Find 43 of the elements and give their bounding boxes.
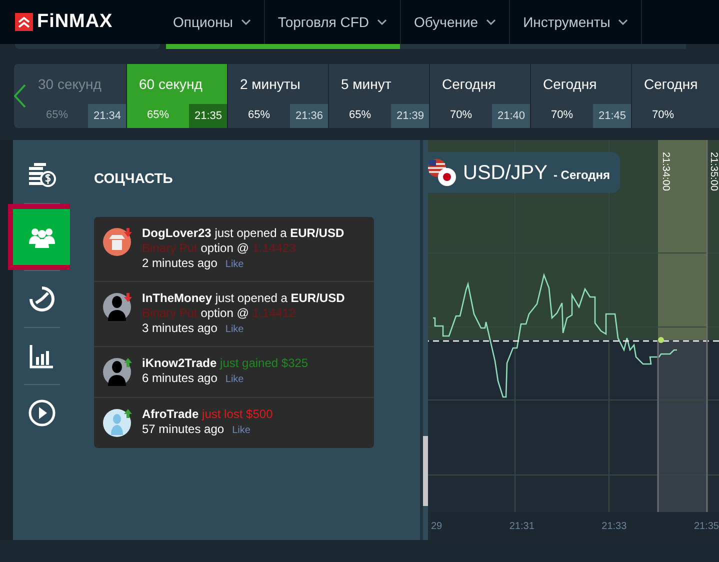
people-icon	[28, 226, 56, 248]
chevron-down-icon	[486, 19, 496, 25]
timer-icon	[28, 285, 56, 313]
coins-icon	[28, 162, 56, 188]
chevron-down-icon	[377, 19, 388, 25]
scrollbar-thumb[interactable]	[423, 436, 428, 506]
time-ago: 2 minutes ago	[142, 256, 218, 271]
expiry-tile[interactable]: Сегодня 70% 21:45	[531, 64, 632, 128]
time-marker: 21:34:00	[659, 152, 672, 191]
expiry-tile[interactable]: Сегодня 70%	[632, 64, 719, 128]
feed-message: DogLover23 just opened a EUR/USD Binary Put option @ 1.14423	[142, 226, 346, 256]
time-ago: 3 minutes ago	[142, 321, 218, 336]
scroll-left-button[interactable]	[14, 64, 26, 128]
feed-message: iKnow2Trade just gained $325	[142, 356, 308, 371]
chevron-down-icon	[618, 19, 628, 25]
axis-label: 29	[431, 520, 442, 534]
like-link[interactable]: Like	[225, 257, 244, 272]
scrollbar[interactable]	[423, 140, 428, 540]
like-link[interactable]: Like	[225, 372, 244, 387]
expiry-tile[interactable]: 5 минут 65% 21:39	[329, 64, 430, 128]
currency-flags-icon	[427, 156, 457, 188]
bar-chart-icon	[28, 343, 54, 369]
expiry-tile[interactable]: Сегодня 70% 21:40	[430, 64, 531, 128]
like-link[interactable]: Like	[232, 423, 250, 438]
like-link[interactable]: Like	[225, 322, 244, 337]
chevron-left-icon	[14, 84, 26, 108]
time-ago: 57 minutes ago	[142, 422, 224, 437]
chevron-down-icon	[240, 19, 251, 25]
feed-message: AfroTrade just lost $500	[142, 407, 273, 422]
asset-period: - Сегодня	[553, 166, 610, 184]
axis-label: 21:33	[602, 520, 627, 534]
logo-text: FiNMAX	[37, 10, 113, 34]
time-ago: 6 minutes ago	[142, 371, 218, 386]
axis-label: 21:31	[509, 520, 534, 534]
axis-label: 21:35	[694, 520, 719, 534]
expiry-tile[interactable]: 60 секунд 65% 21:35	[127, 64, 228, 128]
asset-pair: USD/JPY	[463, 160, 548, 186]
time-marker: 21:35:00	[707, 152, 719, 191]
play-icon	[28, 399, 56, 427]
panel-title: СОЦЧАСТЬ	[94, 169, 174, 188]
feed-message: InTheMoney just opened a EUR/USD Binary Put option @ 1.14412	[142, 291, 346, 321]
expiry-tile[interactable]: 2 минуты 65% 21:36	[228, 64, 329, 128]
logo-icon	[15, 13, 33, 31]
